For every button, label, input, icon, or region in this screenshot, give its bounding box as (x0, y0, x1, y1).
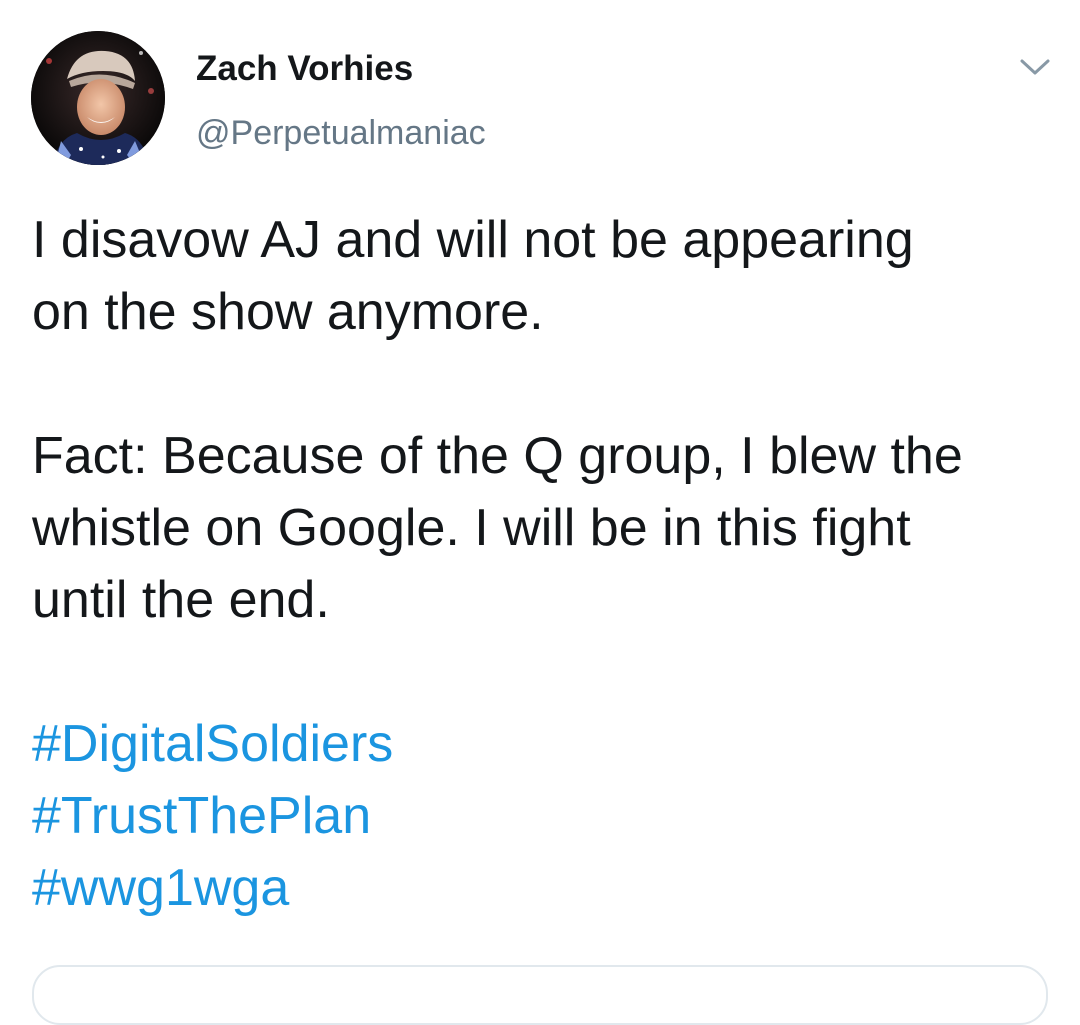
tweet-text-line: until the end. (32, 571, 330, 629)
tweet-menu-button[interactable] (1015, 52, 1055, 84)
author-display-name[interactable]: Zach Vorhies (196, 48, 413, 90)
author-handle[interactable]: @Perpetualmaniac (196, 112, 486, 154)
tweet-text: I disavow AJ and will not be appearing o… (32, 204, 1062, 924)
hashtag-link-wwg1wga[interactable]: #wwg1wga (32, 859, 289, 917)
hashtag-link-digitalsoldiers[interactable]: #DigitalSoldiers (32, 715, 393, 773)
tweet-text-line: Fact: Because of the Q group, I blew the (32, 427, 963, 485)
tweet-text-line: whistle on Google. I will be in this fig… (32, 499, 911, 557)
tweet-text-line: I disavow AJ and will not be appearing (32, 211, 914, 269)
chevron-down-icon (1020, 59, 1050, 75)
embedded-card[interactable] (32, 965, 1048, 1025)
hashtag-link-trusttheplan[interactable]: #TrustThePlan (32, 787, 371, 845)
author-avatar[interactable] (31, 31, 165, 165)
avatar-photo-icon (31, 31, 165, 165)
tweet-text-line: on the show anymore. (32, 283, 544, 341)
